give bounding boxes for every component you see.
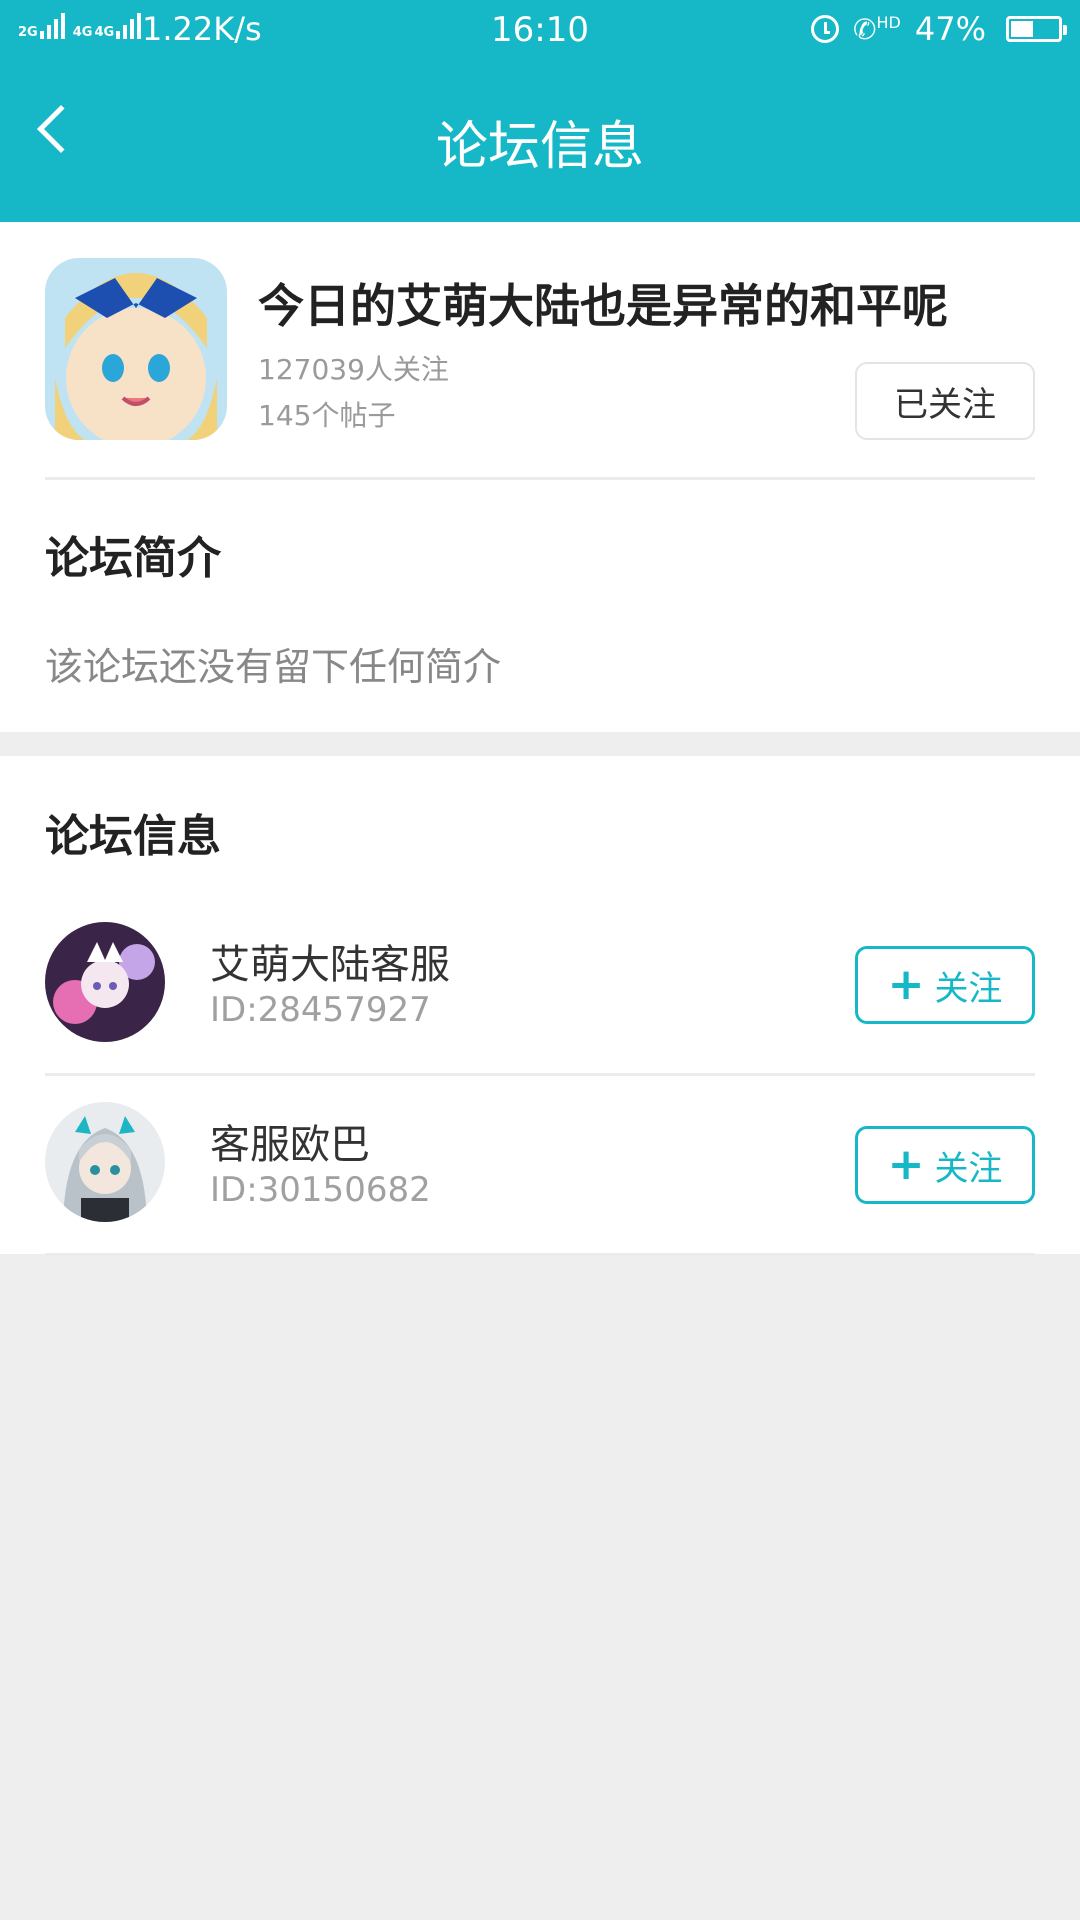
followed-button[interactable]: 已关注 — [855, 362, 1035, 440]
moderator-id: ID:28457927 — [210, 990, 431, 1030]
follow-button[interactable]: + 关注 — [855, 1126, 1035, 1204]
alarm-icon — [811, 15, 840, 43]
forum-followers-count: 127039人关注 — [258, 353, 449, 386]
status-bar: 2G 4G 4G 1.22K/s 16:10 ✆HD 47% — [0, 0, 1080, 58]
hd-call-icon: ✆HD — [853, 12, 901, 46]
moderator-avatar-image — [45, 1102, 165, 1222]
intro-text: 该论坛还没有留下任何简介 — [45, 645, 502, 689]
battery-percent: 47% — [914, 10, 986, 48]
moderator-avatar[interactable] — [45, 922, 165, 1042]
moderator-row[interactable]: 艾萌大陆客服 ID:28457927 + 关注 — [0, 896, 1080, 1076]
moderator-name: 艾萌大陆客服 — [210, 942, 450, 988]
battery-fill — [1011, 21, 1033, 37]
forum-info-card: 论坛信息 艾萌大陆客服 ID:28457927 + 关注 客服欧巴 ID:301… — [0, 756, 1080, 1256]
forum-summary-card: 今日的艾萌大陆也是异常的和平呢 127039人关注 145个帖子 已关注 论坛简… — [0, 222, 1080, 732]
plus-icon: + — [887, 959, 925, 1010]
plus-icon: + — [887, 1139, 925, 1190]
divider — [45, 1253, 1035, 1256]
status-right: ✆HD 47% — [811, 10, 1067, 48]
follow-label: 关注 — [934, 968, 1003, 1009]
forum-avatar-image — [45, 258, 227, 440]
intro-heading: 论坛简介 — [45, 533, 221, 584]
moderator-id: ID:30150682 — [210, 1170, 431, 1210]
divider — [45, 477, 1035, 480]
moderator-row[interactable]: 客服欧巴 ID:30150682 + 关注 — [0, 1076, 1080, 1256]
follow-label: 关注 — [934, 1148, 1003, 1189]
moderator-avatar-image — [45, 922, 165, 1042]
top-bar: 2G 4G 4G 1.22K/s 16:10 ✆HD 47% 论坛信息 — [0, 0, 1080, 222]
moderator-name: 客服欧巴 — [210, 1122, 370, 1168]
follow-button[interactable]: + 关注 — [855, 946, 1035, 1024]
info-heading: 论坛信息 — [45, 811, 221, 862]
forum-avatar — [45, 258, 227, 440]
battery-icon — [1006, 16, 1067, 42]
forum-posts-count: 145个帖子 — [258, 399, 396, 432]
hd-label: HD — [876, 12, 901, 32]
moderator-avatar[interactable] — [45, 1102, 165, 1222]
page-title: 论坛信息 — [435, 117, 644, 177]
forum-name: 今日的艾萌大陆也是异常的和平呢 — [258, 279, 948, 333]
